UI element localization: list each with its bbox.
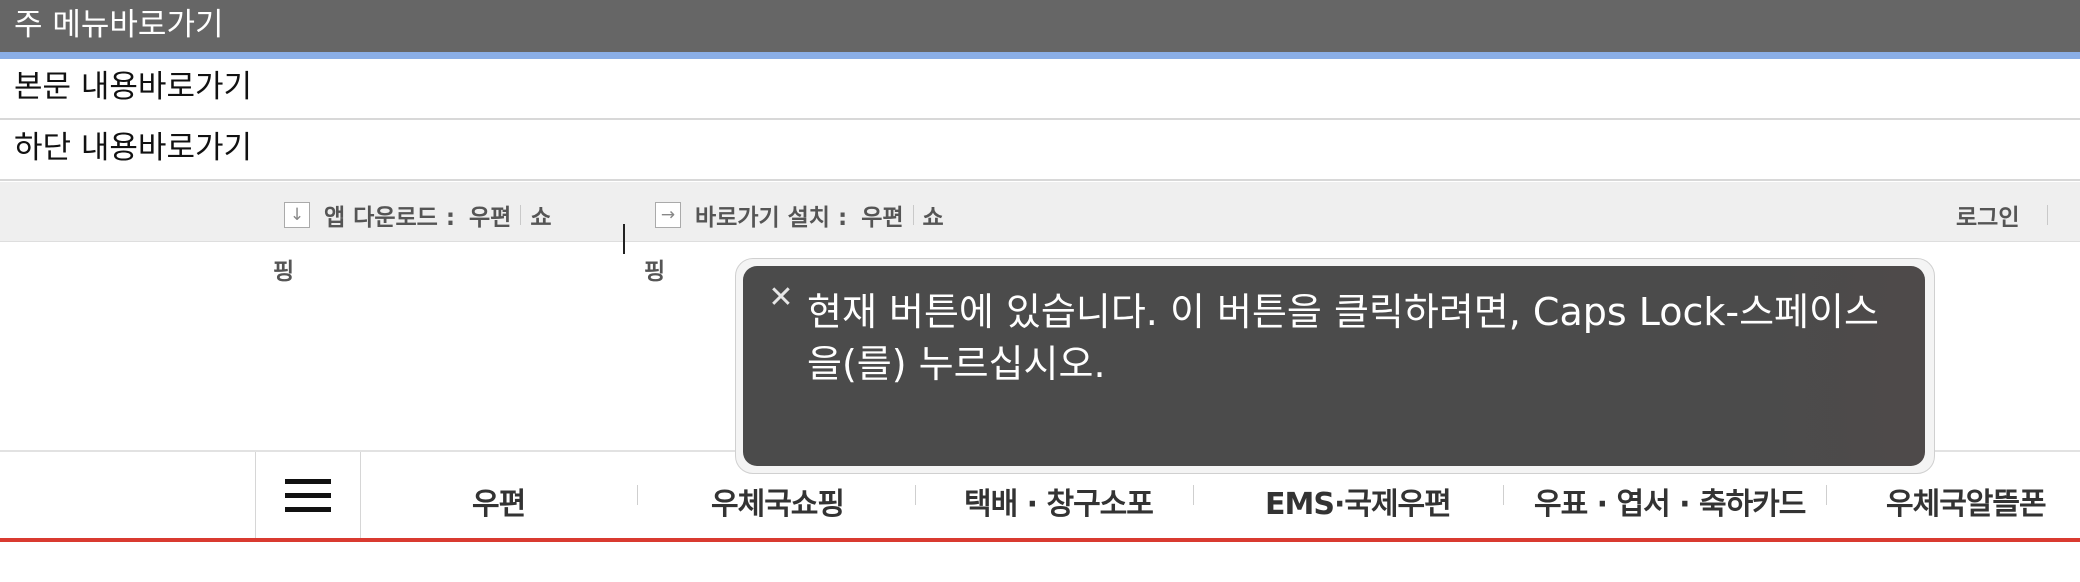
- accessibility-tooltip: ✕ 현재 버튼에 있습니다. 이 버튼을 클릭하려면, Caps Lock-스페…: [743, 266, 1925, 466]
- utility-bar: ↓ 앱 다운로드 : 우편 쇼 → 바로가기 설치 : 우편 쇼 로그인: [0, 182, 2080, 242]
- divider: [2047, 205, 2049, 225]
- app-download-group: ↓ 앱 다운로드 : 우편 쇼: [284, 198, 552, 232]
- tooltip-message: 현재 버튼에 있습니다. 이 버튼을 클릭하려면, Caps Lock-스페이스…: [807, 290, 1879, 386]
- app-download-label: 앱 다운로드 :: [324, 205, 456, 231]
- text-caret: [623, 224, 625, 254]
- down-arrow-icon: ↓: [284, 202, 310, 228]
- all-menu-button[interactable]: [255, 452, 361, 538]
- login-link[interactable]: 로그인: [1956, 198, 2019, 232]
- right-arrow-icon: →: [655, 202, 681, 228]
- shortcut-install-group: → 바로가기 설치 : 우편 쇼: [655, 198, 944, 232]
- wrapped-text-fragment: 핑: [273, 259, 295, 285]
- app-download-post-link[interactable]: 우편: [469, 198, 511, 232]
- divider: [915, 485, 916, 505]
- login-group: 로그인: [1956, 198, 2057, 232]
- hamburger-menu-icon: [285, 478, 331, 512]
- shortcut-post-link[interactable]: 우편: [861, 198, 903, 232]
- skip-to-main-menu-link[interactable]: 주 메뉴바로가기: [0, 0, 2080, 59]
- shortcut-shop-link[interactable]: 쇼: [923, 198, 944, 232]
- gnb-item-stamps[interactable]: 우표 · 엽서 · 축하카드: [1534, 479, 1806, 523]
- gnb-item-mvno[interactable]: 우체국알뜰폰: [1886, 479, 2047, 523]
- wrapped-text-fragment: 핑: [644, 259, 666, 285]
- app-download-shop-link[interactable]: 쇼: [530, 198, 551, 232]
- gnb-item-parcel[interactable]: 택배 · 창구소포: [964, 479, 1154, 523]
- shortcut-install-label: 바로가기 설치 :: [695, 205, 848, 231]
- gnb-item-shopping[interactable]: 우체국쇼핑: [711, 479, 845, 523]
- divider: [1193, 485, 1194, 505]
- divider: [637, 485, 638, 505]
- divider: [520, 205, 522, 225]
- skip-to-content-link[interactable]: 본문 내용바로가기: [0, 59, 2080, 120]
- skip-to-footer-link[interactable]: 하단 내용바로가기: [0, 120, 2080, 181]
- divider: [1503, 485, 1504, 505]
- divider: [1826, 485, 1827, 505]
- divider: [912, 205, 914, 225]
- gnb-item-ems[interactable]: EMS·국제우편: [1265, 479, 1452, 523]
- gnb-item-post[interactable]: 우편: [472, 479, 526, 523]
- close-icon[interactable]: ✕: [767, 283, 795, 313]
